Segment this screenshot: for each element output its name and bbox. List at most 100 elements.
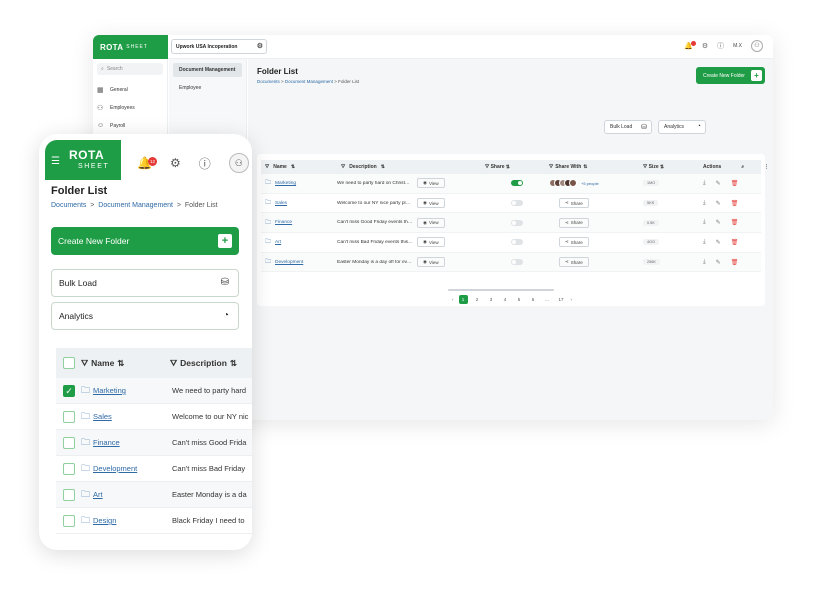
- select-all-checkbox[interactable]: [63, 357, 75, 369]
- analytics-button[interactable]: Analytics ◔: [51, 302, 239, 330]
- folder-name-link[interactable]: Art: [93, 490, 103, 499]
- more-icon[interactable]: ⋮: [764, 164, 769, 170]
- table-row[interactable]: 🗀 Finance Can't miss Good Frida: [56, 430, 252, 456]
- folder-name-link[interactable]: Finance: [93, 438, 120, 447]
- bell-icon[interactable]: 🔔: [684, 41, 696, 50]
- view-button[interactable]: ◉ View: [417, 217, 445, 228]
- user-avatar-icon[interactable]: ⚇: [751, 40, 763, 52]
- row-checkbox[interactable]: ✓: [63, 384, 75, 397]
- help-icon[interactable]: ⓘ: [717, 41, 724, 51]
- share-toggle[interactable]: [511, 200, 523, 207]
- bulk-load-button[interactable]: Bulk Load ⛁: [51, 269, 239, 297]
- breadcrumb-documents[interactable]: Documents: [51, 202, 86, 209]
- sidebar-item-general[interactable]: ▦ General: [93, 81, 167, 99]
- page-button[interactable]: 5: [515, 295, 524, 304]
- company-selector[interactable]: Upwork USA Incoperation ⚙: [171, 39, 267, 54]
- share-toggle[interactable]: [511, 259, 523, 266]
- column-name[interactable]: ⛛ Name ⇅: [261, 164, 337, 170]
- row-checkbox[interactable]: [63, 488, 75, 501]
- mobile-logo[interactable]: ☰ ROTA SHEET: [45, 140, 121, 180]
- edit-icon[interactable]: ✎: [716, 239, 721, 246]
- table-row[interactable]: 🗀 Finance Can't miss Good Friday events t…: [261, 213, 761, 234]
- filter-icon[interactable]: ⛛: [485, 164, 489, 170]
- folder-name-link[interactable]: Sales: [93, 412, 112, 421]
- view-button[interactable]: ◉ View: [417, 257, 445, 268]
- page-button[interactable]: 17: [557, 295, 566, 304]
- table-row[interactable]: 🗀 Development Easter Monday is a day off …: [261, 252, 761, 273]
- share-button[interactable]: ⋖ Share: [559, 237, 589, 248]
- folder-name-link[interactable]: Development: [275, 260, 303, 265]
- user-avatar-icon[interactable]: ⚇: [228, 153, 249, 173]
- shared-avatars[interactable]: [549, 179, 577, 188]
- desktop-logo[interactable]: ROTA SHEET: [93, 35, 168, 59]
- view-button[interactable]: ◉ View: [417, 237, 445, 248]
- folder-name-link[interactable]: Marketing: [93, 386, 126, 395]
- page-button[interactable]: 2: [473, 295, 482, 304]
- search-icon[interactable]: ⌕: [741, 164, 744, 170]
- delete-icon[interactable]: 🗑: [731, 239, 739, 246]
- breadcrumb-document-management[interactable]: Document Management: [98, 202, 173, 209]
- filter-icon[interactable]: ⛛: [643, 164, 647, 170]
- table-row[interactable]: 🗀 Development Can't miss Bad Friday: [56, 456, 252, 482]
- folder-name-link[interactable]: Development: [93, 464, 137, 473]
- column-description[interactable]: ⛛ Description ⇅: [337, 164, 479, 170]
- sort-icon[interactable]: ⇅: [230, 358, 237, 369]
- row-checkbox[interactable]: [63, 462, 75, 475]
- table-row[interactable]: 🗀 Art Easter Monday is a da: [56, 482, 252, 508]
- page-button[interactable]: 6: [529, 295, 538, 304]
- bulk-load-button[interactable]: Bulk Load ⛁: [604, 120, 652, 134]
- folder-name-link[interactable]: Sales: [275, 201, 287, 206]
- column-share[interactable]: ⛛ Share ⇅: [479, 164, 545, 170]
- analytics-button[interactable]: Analytics ◔: [658, 120, 706, 134]
- chevron-right-icon[interactable]: ›: [571, 297, 573, 302]
- row-checkbox[interactable]: [63, 514, 75, 527]
- share-button[interactable]: ⋖ Share: [559, 198, 589, 209]
- edit-icon[interactable]: ✎: [716, 259, 721, 266]
- page-button[interactable]: 3: [487, 295, 496, 304]
- view-button[interactable]: ◉ View: [417, 198, 445, 209]
- shared-people-count[interactable]: +5 people: [581, 181, 599, 186]
- filter-icon[interactable]: ⛛: [341, 164, 345, 170]
- table-row[interactable]: 🗀 Art Can't miss Bad Friday events this y…: [261, 233, 761, 253]
- download-icon[interactable]: ⤓: [703, 239, 706, 246]
- sort-icon[interactable]: ⇅: [291, 164, 295, 170]
- download-icon[interactable]: ⤓: [703, 180, 706, 187]
- filter-icon[interactable]: ⛛: [170, 358, 177, 369]
- table-row[interactable]: 🗀 Sales Welcome to our NY nic: [56, 404, 252, 430]
- table-row[interactable]: 🗀 Design Black Friday I need to: [56, 508, 252, 534]
- chevron-left-icon[interactable]: ‹: [452, 297, 454, 302]
- download-icon[interactable]: ⤓: [703, 200, 706, 207]
- view-button[interactable]: ◉ View: [417, 178, 445, 189]
- column-name[interactable]: ⛛ Name ⇅: [75, 358, 170, 369]
- table-row[interactable]: 🗀 Sales Welcome to our NY nice party plac…: [261, 194, 761, 214]
- share-toggle[interactable]: [511, 219, 523, 226]
- column-share-with[interactable]: ⛛ Share With ⇅: [545, 164, 639, 170]
- sort-icon[interactable]: ⇅: [660, 164, 664, 170]
- download-icon[interactable]: ⤓: [703, 259, 706, 266]
- create-folder-button[interactable]: Create New Folder +: [696, 67, 765, 84]
- sort-icon[interactable]: ⇅: [583, 164, 587, 170]
- gear-icon[interactable]: ⚙: [257, 42, 263, 50]
- delete-icon[interactable]: 🗑: [731, 180, 739, 187]
- sort-icon[interactable]: ⇅: [117, 358, 124, 369]
- sidebar-search[interactable]: ⌕ Search: [97, 63, 163, 75]
- edit-icon[interactable]: ✎: [716, 200, 721, 207]
- edit-icon[interactable]: ✎: [716, 219, 721, 226]
- edit-icon[interactable]: ✎: [716, 180, 721, 187]
- row-checkbox[interactable]: [63, 410, 75, 423]
- filter-icon[interactable]: ⛛: [265, 164, 269, 170]
- column-description[interactable]: ⛛ Description ⇅: [170, 358, 252, 369]
- settings-icon[interactable]: ⚙: [702, 42, 708, 50]
- page-button[interactable]: 4: [501, 295, 510, 304]
- folder-name-link[interactable]: Marketing: [275, 181, 296, 186]
- subnav-employee[interactable]: Employee: [173, 81, 242, 95]
- filter-icon[interactable]: ⛛: [549, 164, 553, 170]
- breadcrumb-documents[interactable]: Documents: [257, 79, 280, 84]
- column-size[interactable]: ⛛ Size ⇅: [639, 164, 699, 170]
- filter-icon[interactable]: ⛛: [81, 358, 88, 369]
- share-button[interactable]: ⋖ Share: [559, 217, 589, 228]
- folder-name-link[interactable]: Art: [275, 240, 281, 245]
- folder-name-link[interactable]: Design: [93, 516, 116, 525]
- subnav-document-management[interactable]: Document Management: [173, 63, 242, 77]
- row-checkbox[interactable]: [63, 436, 75, 449]
